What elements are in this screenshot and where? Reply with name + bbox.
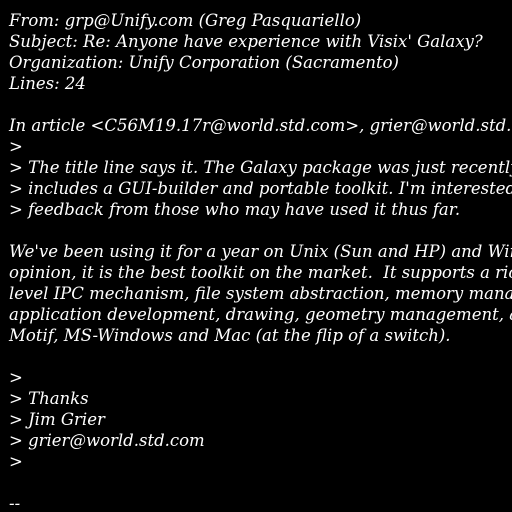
- reply-line: opinion, it is the best toolkit on the m…: [9, 263, 512, 282]
- signature-separator: --: [9, 494, 21, 512]
- quoted-line: > Thanks: [9, 389, 89, 408]
- attribution-line: In article <C56M19.17r@world.std.com>, g…: [9, 116, 512, 135]
- header-organization: Organization: Unify Corporation (Sacrame…: [9, 53, 399, 72]
- quoted-line: > feedback from those who may have used …: [9, 200, 461, 219]
- header-lines: Lines: 24: [9, 74, 86, 93]
- quoted-line: >: [9, 452, 23, 471]
- message-view: From: grp@Unify.com (Greg Pasquariello) …: [0, 0, 512, 512]
- reply-line: We've been using it for a year on Unix (…: [9, 242, 512, 261]
- quoted-line: >: [9, 137, 23, 156]
- reply-line: Motif, MS-Windows and Mac (at the flip o…: [9, 326, 451, 345]
- quoted-line: > grier@world.std.com: [9, 431, 205, 450]
- quoted-line: > includes a GUI-builder and portable to…: [9, 179, 512, 198]
- reply-line: level IPC mechanism, file system abstrac…: [9, 284, 512, 303]
- header-from: From: grp@Unify.com (Greg Pasquariello): [9, 11, 362, 30]
- reply-line: application development, drawing, geomet…: [9, 305, 512, 324]
- header-subject: Subject: Re: Anyone have experience with…: [9, 32, 483, 51]
- quoted-line: > Jim Grier: [9, 410, 105, 429]
- quoted-line: >: [9, 368, 23, 387]
- quoted-line: > The title line says it. The Galaxy pac…: [9, 158, 512, 177]
